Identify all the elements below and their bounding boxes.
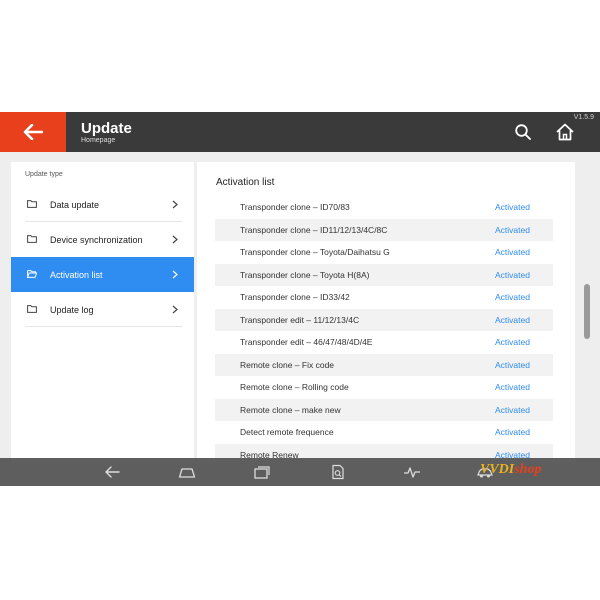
activation-row: Transponder edit – 11/12/13/4C Activated bbox=[215, 308, 553, 331]
version-label: V1.5.9 bbox=[573, 114, 594, 121]
divider bbox=[25, 326, 182, 327]
activation-row-status: Activated bbox=[495, 202, 530, 212]
activation-row-name: Transponder clone – ID11/12/13/4C/8C bbox=[240, 224, 388, 235]
menu-item-label: Device synchronization bbox=[50, 234, 143, 245]
activation-row-status: Activated bbox=[495, 247, 530, 257]
chevron-right-icon bbox=[172, 305, 178, 314]
activation-list-title: Activation list bbox=[216, 177, 275, 188]
activation-row-status: Activated bbox=[495, 224, 530, 235]
menu-item-device-synchronization[interactable]: Device synchronization bbox=[11, 222, 194, 257]
activation-row-name: Transponder clone – ID70/83 bbox=[240, 202, 350, 212]
activation-row: Remote clone – Fix code Activated bbox=[215, 353, 553, 376]
nav-search-doc-icon[interactable] bbox=[329, 464, 347, 480]
activation-row-status: Activated bbox=[495, 337, 530, 347]
folder-icon bbox=[27, 305, 37, 313]
nav-back-icon[interactable] bbox=[104, 464, 122, 480]
watermark-part2: shop bbox=[514, 462, 542, 477]
activation-row-name: Transponder edit – 11/12/13/4C bbox=[240, 314, 360, 325]
update-type-header: Update type bbox=[25, 171, 63, 178]
menu-item-activation-list[interactable]: Activation list bbox=[11, 257, 194, 292]
activation-row: Transponder edit – 46/47/48/4D/4E Activat… bbox=[215, 331, 553, 354]
activation-row: Transponder clone – Toyota/Daihatsu G Act… bbox=[215, 241, 553, 264]
home-button[interactable] bbox=[555, 122, 575, 142]
nav-home-icon[interactable] bbox=[178, 464, 196, 480]
android-nav-bar: VVDIshop bbox=[0, 458, 600, 486]
menu-item-data-update[interactable]: Data update bbox=[11, 187, 194, 222]
menu-item-label: Data update bbox=[50, 199, 100, 210]
activation-row-name: Remote clone – Rolling code bbox=[240, 382, 349, 392]
app-screen: Update Homepage V1.5.9 Update type Data … bbox=[0, 112, 600, 486]
nav-recents-icon[interactable] bbox=[253, 464, 271, 480]
menu-item-label: Update log bbox=[50, 304, 94, 315]
menu-item-label: Activation list bbox=[50, 269, 103, 280]
activation-row: Transponder clone – Toyota H(8A) Activate… bbox=[215, 263, 553, 286]
app-header: Update Homepage V1.5.9 bbox=[0, 112, 600, 152]
activation-row: Detect remote frequence Activated bbox=[215, 421, 553, 444]
activation-row: Transponder clone – ID70/83 Activated bbox=[215, 196, 553, 219]
page-subtitle: Homepage bbox=[81, 137, 116, 144]
activation-row-status: Activated bbox=[495, 269, 530, 280]
activation-row-name: Detect remote frequence bbox=[240, 427, 334, 437]
activation-row-name: Transponder clone – ID33/42 bbox=[240, 292, 350, 302]
back-arrow-icon bbox=[23, 124, 43, 140]
chevron-right-icon bbox=[172, 200, 178, 209]
vvdishop-watermark: VVDIshop bbox=[480, 462, 541, 478]
activation-row-name: Transponder clone – Toyota/Daihatsu G bbox=[240, 247, 390, 257]
watermark-part1: VVDI bbox=[480, 462, 515, 477]
chevron-right-icon bbox=[172, 270, 178, 279]
page-title: Update bbox=[81, 120, 132, 137]
activation-row-name: Transponder clone – Toyota H(8A) bbox=[240, 269, 370, 280]
activation-list-panel: Activation list Transponder clone – ID70… bbox=[197, 162, 575, 466]
update-type-panel: Update type Data update Device synchroni… bbox=[11, 162, 194, 462]
menu-item-update-log[interactable]: Update log bbox=[11, 292, 194, 327]
activation-row-status: Activated bbox=[495, 314, 530, 325]
folder-icon bbox=[27, 200, 37, 208]
activation-row-name: Remote clone – Fix code bbox=[240, 359, 335, 370]
activation-row: Transponder clone – ID33/42 Activated bbox=[215, 286, 553, 309]
back-button[interactable] bbox=[0, 112, 66, 152]
activation-row-status: Activated bbox=[495, 427, 530, 437]
activation-row-name: Transponder edit – 46/47/48/4D/4E bbox=[240, 337, 373, 347]
activation-row-status: Activated bbox=[495, 359, 530, 370]
activation-row: Remote clone – make new Activated bbox=[215, 398, 553, 421]
nav-pulse-icon[interactable] bbox=[403, 464, 421, 480]
scrollbar-thumb[interactable] bbox=[584, 284, 590, 339]
activation-row-status: Activated bbox=[495, 292, 530, 302]
folder-icon bbox=[27, 235, 37, 243]
activation-row-status: Activated bbox=[495, 382, 530, 392]
activation-row: Remote clone – Rolling code Activated bbox=[215, 376, 553, 399]
activation-row: Transponder clone – ID11/12/13/4C/8C Acti… bbox=[215, 218, 553, 241]
activation-row-name: Remote clone – make new bbox=[240, 404, 341, 415]
home-icon bbox=[556, 123, 574, 141]
search-button[interactable] bbox=[514, 123, 532, 141]
activation-row-status: Activated bbox=[495, 404, 530, 415]
search-icon bbox=[515, 124, 531, 140]
chevron-right-icon bbox=[172, 235, 178, 244]
folder-open-icon bbox=[27, 270, 37, 278]
